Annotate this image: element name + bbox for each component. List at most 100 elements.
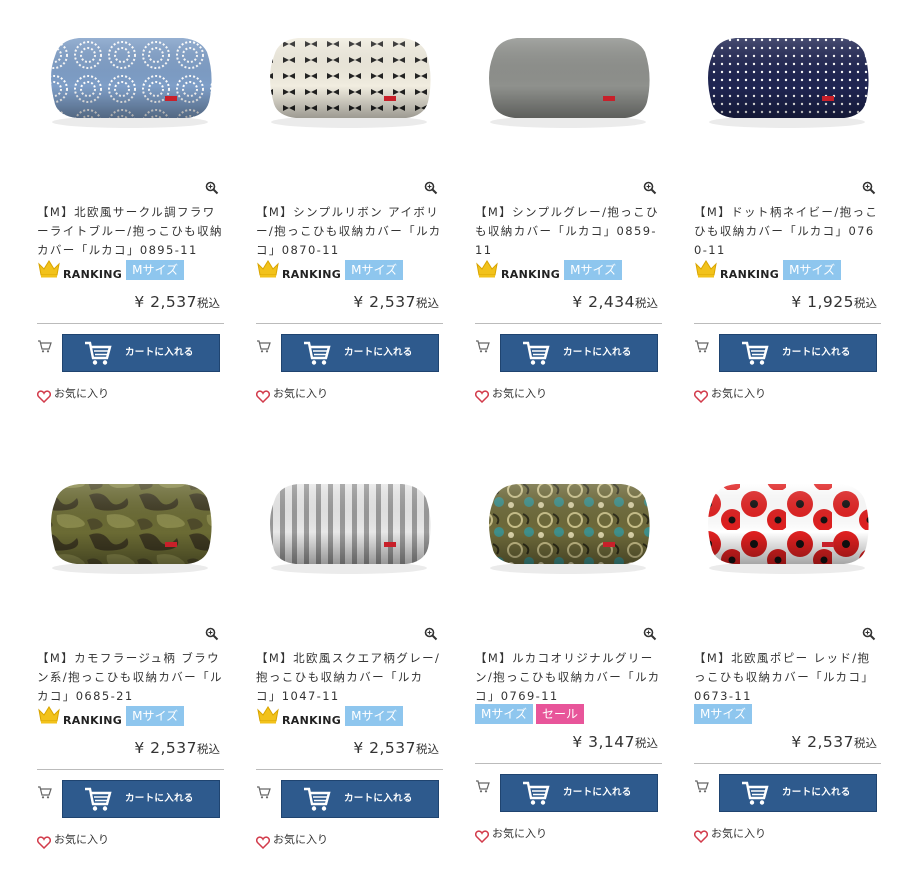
add-to-cart-button[interactable]: カートに入れる (281, 334, 439, 372)
ranking-label: RANKING (63, 714, 123, 727)
add-to-cart-button[interactable]: カートに入れる (62, 780, 220, 818)
tax-label: 税込 (416, 742, 439, 756)
divider (475, 763, 662, 764)
tax-label: 税込 (854, 736, 877, 750)
favorite-button[interactable]: お気に入り (474, 824, 547, 844)
product-image[interactable] (694, 450, 881, 610)
crown-icon (475, 258, 499, 282)
badge-row: RANKING Mサイズ (694, 259, 844, 281)
favorite-button[interactable]: お気に入り (693, 824, 766, 844)
tax-label: 税込 (416, 296, 439, 310)
badge-row: RANKING Mサイズ (37, 259, 187, 281)
heart-icon (474, 828, 490, 844)
heart-icon (693, 828, 709, 844)
tax-label: 税込 (197, 742, 220, 756)
favorite-button[interactable]: お気に入り (693, 384, 766, 404)
add-to-cart-button[interactable]: カートに入れる (500, 774, 658, 812)
heart-icon (693, 388, 709, 404)
add-to-cart-button[interactable]: カートに入れる (500, 334, 658, 372)
crown-icon (256, 258, 280, 282)
product-title[interactable]: 【M】カモフラージュ柄 ブラウン系/抱っこひも収納カバー「ルカコ」0685-21 (37, 649, 224, 706)
ranking-badge: RANKING (256, 258, 341, 282)
cart-icon (84, 785, 112, 817)
favorite-label: お気に入り (54, 832, 109, 846)
divider (37, 323, 224, 324)
cart-icon (522, 339, 550, 371)
cart-icon (522, 779, 550, 811)
zoom-icon[interactable] (643, 180, 657, 195)
product-title[interactable]: 【M】ドット柄ネイビー/抱っこひも収納カバー「ルカコ」0760-11 (694, 203, 881, 260)
heart-icon (474, 388, 490, 404)
favorite-button[interactable]: お気に入り (255, 830, 328, 850)
favorite-button[interactable]: お気に入り (255, 384, 328, 404)
product-image[interactable] (694, 4, 881, 164)
ranking-label: RANKING (501, 268, 561, 281)
size-tag: Mサイズ (345, 260, 404, 280)
favorite-label: お気に入り (492, 826, 547, 840)
add-to-cart-label: カートに入れる (344, 347, 413, 358)
cart-icon[interactable] (694, 338, 709, 353)
price: ¥ 3,147税込 (572, 732, 658, 751)
product-title[interactable]: 【M】ルカコオリジナルグリーン/抱っこひも収納カバー「ルカコ」0769-11 (475, 649, 662, 706)
product-title[interactable]: 【M】北欧風サークル調フラワーライトブルー/抱っこひも収納カバー「ルカコ」089… (37, 203, 224, 260)
product-title[interactable]: 【M】北欧風スクエア柄グレー/抱っこひも収納カバー「ルカコ」1047-11 (256, 649, 443, 706)
zoom-icon[interactable] (862, 180, 876, 195)
size-tag: Mサイズ (126, 260, 185, 280)
favorite-button[interactable]: お気に入り (474, 384, 547, 404)
price: ¥ 2,537税込 (353, 738, 439, 757)
cart-icon[interactable] (37, 338, 52, 353)
zoom-icon[interactable] (424, 626, 438, 641)
price-value: ¥ 2,537 (134, 739, 197, 757)
cart-icon[interactable] (475, 778, 490, 793)
cart-icon[interactable] (694, 778, 709, 793)
zoom-icon[interactable] (862, 626, 876, 641)
tax-label: 税込 (197, 296, 220, 310)
favorite-label: お気に入り (492, 386, 547, 400)
cart-icon[interactable] (475, 338, 490, 353)
product-grid: 【M】北欧風サークル調フラワーライトブルー/抱っこひも収納カバー「ルカコ」089… (0, 0, 903, 870)
tax-label: 税込 (635, 296, 658, 310)
add-to-cart-button[interactable]: カートに入れる (719, 774, 877, 812)
price-value: ¥ 2,434 (572, 293, 635, 311)
favorite-button[interactable]: お気に入り (36, 384, 109, 404)
divider (475, 323, 662, 324)
price-value: ¥ 2,537 (134, 293, 197, 311)
product-image[interactable] (475, 450, 662, 610)
ranking-label: RANKING (282, 714, 342, 727)
price: ¥ 1,925税込 (791, 292, 877, 311)
product-image[interactable] (256, 450, 443, 610)
badge-row: RANKING Mサイズ (256, 259, 406, 281)
crown-icon (694, 258, 718, 282)
size-tag: Mサイズ (345, 706, 404, 726)
size-tag: Mサイズ (694, 704, 752, 724)
price: ¥ 2,537税込 (134, 292, 220, 311)
heart-icon (255, 834, 271, 850)
cart-icon[interactable] (37, 784, 52, 799)
zoom-icon[interactable] (205, 180, 219, 195)
product-title[interactable]: 【M】シンプルリボン アイボリー/抱っこひも収納カバー「ルカコ」0870-11 (256, 203, 443, 260)
favorite-label: お気に入り (54, 386, 109, 400)
product-image[interactable] (37, 450, 224, 610)
badge-row: RANKING Mサイズ (475, 259, 625, 281)
size-tag: Mサイズ (564, 260, 623, 280)
product-title[interactable]: 【M】北欧風ポピー レッド/抱っこひも収納カバー「ルカコ」0673-11 (694, 649, 881, 706)
add-to-cart-button[interactable]: カートに入れる (62, 334, 220, 372)
size-tag: Mサイズ (475, 704, 533, 724)
product-image[interactable] (37, 4, 224, 164)
ranking-badge: RANKING (37, 704, 122, 728)
add-to-cart-button[interactable]: カートに入れる (719, 334, 877, 372)
cart-icon[interactable] (256, 338, 271, 353)
badge-row: Mサイズ セール (475, 703, 585, 725)
ranking-badge: RANKING (475, 258, 560, 282)
cart-icon[interactable] (256, 784, 271, 799)
product-image[interactable] (256, 4, 443, 164)
add-to-cart-button[interactable]: カートに入れる (281, 780, 439, 818)
product-title[interactable]: 【M】シンプルグレー/抱っこひも収納カバー「ルカコ」0859-11 (475, 203, 662, 260)
zoom-icon[interactable] (205, 626, 219, 641)
zoom-icon[interactable] (643, 626, 657, 641)
zoom-icon[interactable] (424, 180, 438, 195)
product-image[interactable] (475, 4, 662, 164)
cart-icon (303, 785, 331, 817)
favorite-label: お気に入り (273, 832, 328, 846)
favorite-button[interactable]: お気に入り (36, 830, 109, 850)
